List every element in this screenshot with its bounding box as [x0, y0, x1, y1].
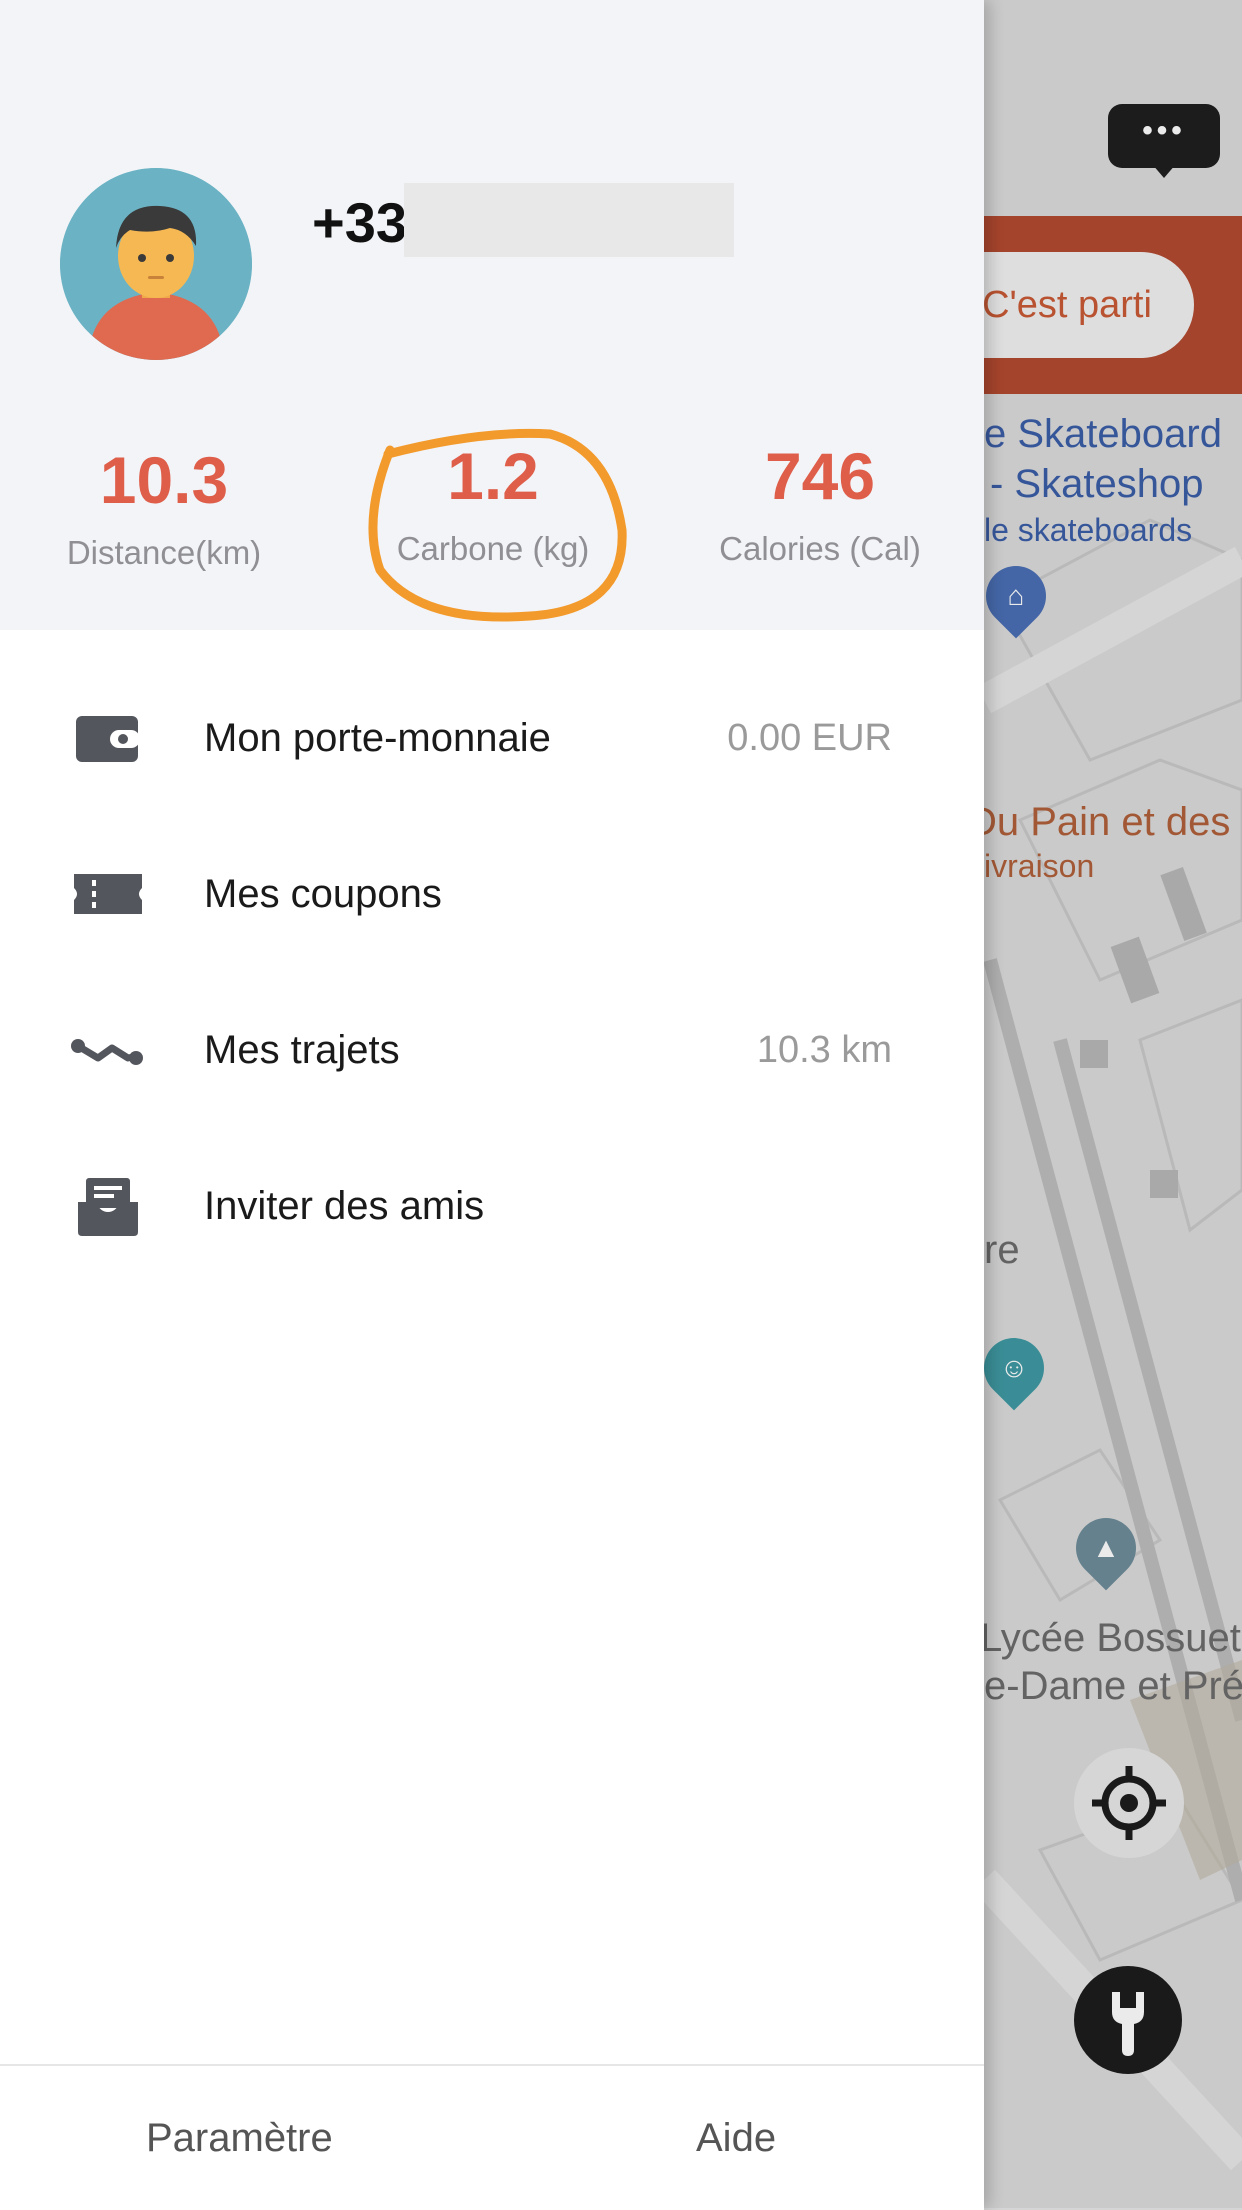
trips-label: Mes trajets — [204, 1028, 400, 1072]
ticket-icon — [74, 874, 142, 914]
side-drawer: +33 10.3 Distance(km) 1.2 Carbone (kg) 7… — [0, 0, 984, 2210]
calories-label: Calories (Cal) — [719, 530, 921, 567]
user-avatar-icon[interactable] — [60, 168, 252, 360]
calories-value: 746 — [764, 439, 876, 513]
menu-item-wallet[interactable]: Mon porte-monnaie 0.00 EUR — [0, 660, 984, 816]
route-icon — [71, 1039, 143, 1065]
trips-distance: 10.3 km — [756, 1029, 892, 1071]
invite-label: Inviter des amis — [204, 1184, 485, 1228]
profile-header: +33 10.3 Distance(km) 1.2 Carbone (kg) 7… — [0, 0, 984, 630]
distance-label: Distance(km) — [66, 534, 262, 571]
phone-redaction — [404, 183, 734, 257]
drawer-footer: Paramètre Aide — [0, 2064, 984, 2210]
coupons-label: Mes coupons — [204, 872, 442, 916]
wallet-balance: 0.00 EUR — [727, 717, 892, 759]
menu-item-invite[interactable]: Inviter des amis — [0, 1128, 984, 1284]
menu-item-coupons[interactable]: Mes coupons — [0, 816, 984, 972]
wallet-icon — [76, 716, 140, 762]
phone-number: +33 — [312, 191, 407, 254]
help-button[interactable]: Aide — [696, 2066, 776, 2210]
wallet-label: Mon porte-monnaie — [204, 716, 551, 760]
distance-value: 10.3 — [99, 443, 229, 517]
inbox-icon — [78, 1178, 138, 1236]
menu-item-trips[interactable]: Mes trajets 10.3 km — [0, 972, 984, 1128]
highlight-circle-annotation — [368, 428, 627, 622]
stat-distance: 10.3 Distance(km) — [14, 440, 314, 578]
settings-button[interactable]: Paramètre — [146, 2066, 333, 2210]
stat-calories: 746 Calories (Cal) — [670, 436, 970, 574]
